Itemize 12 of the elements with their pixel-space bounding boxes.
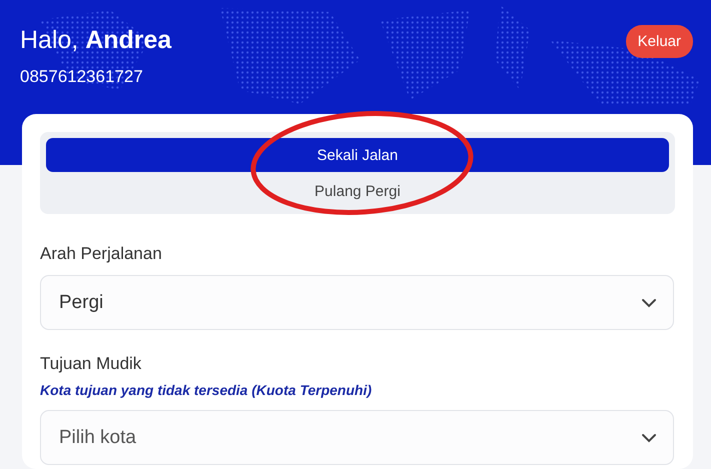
trip-type-tab[interactable]: Sekali Jalan bbox=[46, 138, 669, 172]
trip-type-tab[interactable]: Pulang Pergi bbox=[46, 174, 669, 208]
chevron-down-icon bbox=[641, 298, 657, 308]
phone-number: 0857612361727 bbox=[20, 67, 144, 87]
chevron-down-icon bbox=[641, 432, 657, 442]
dropdown-field[interactable]: Pergi bbox=[40, 275, 674, 330]
dropdown-field[interactable]: Pilih kota bbox=[40, 410, 674, 465]
field-hint: Kota tujuan yang tidak tersedia (Kuota Terpenuhi) bbox=[40, 382, 373, 398]
logout-button[interactable]: Keluar bbox=[626, 25, 693, 58]
field-label: Tujuan Mudik bbox=[40, 354, 142, 374]
greeting: Halo, Andrea bbox=[20, 26, 172, 55]
field-label: Arah Perjalanan bbox=[40, 244, 163, 264]
